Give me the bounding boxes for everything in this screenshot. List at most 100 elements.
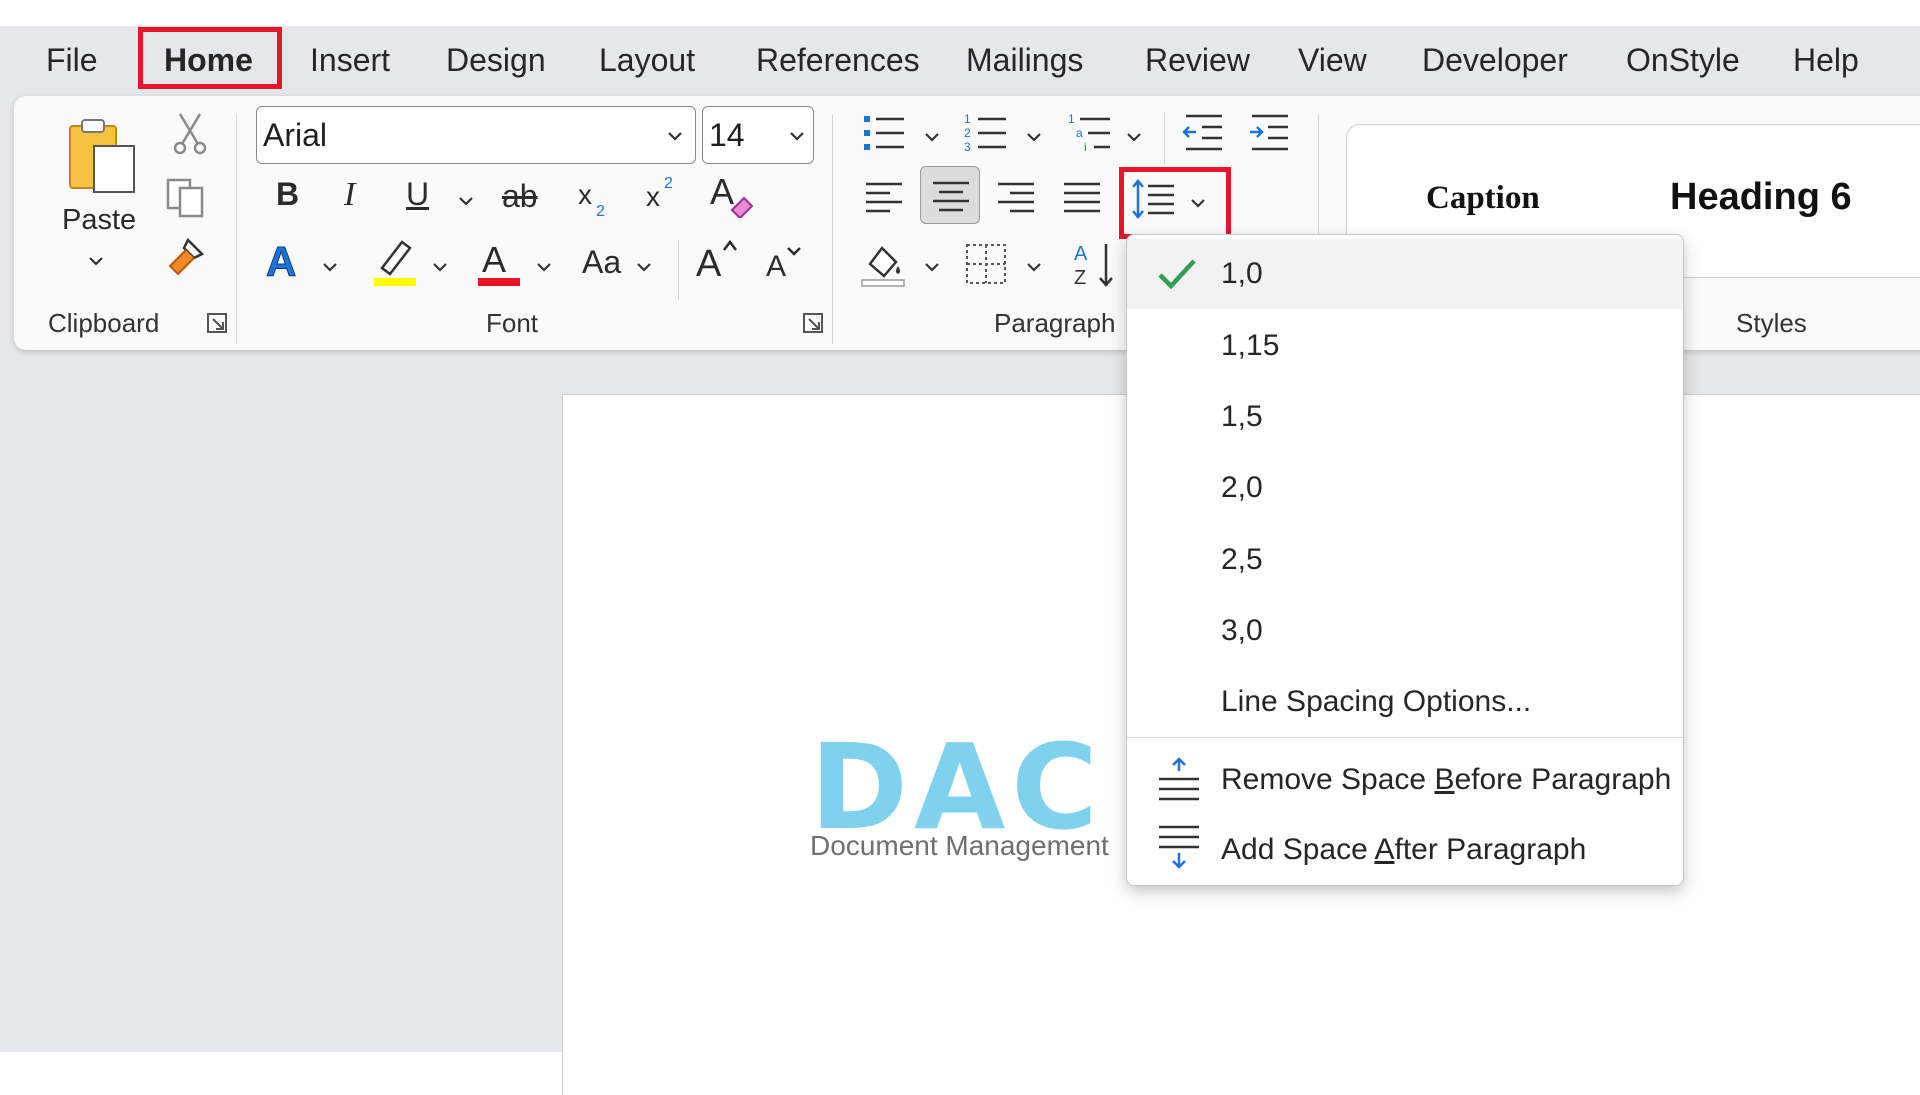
remove-space-before-icon bbox=[1157, 757, 1201, 805]
text-effects-chevron-icon[interactable] bbox=[322, 260, 338, 272]
menu-layout[interactable]: Layout bbox=[599, 40, 695, 80]
svg-text:3: 3 bbox=[964, 140, 971, 154]
align-left-icon[interactable] bbox=[862, 178, 906, 218]
numbering-icon[interactable]: 1 2 3 bbox=[964, 110, 1008, 154]
add-space-after-text: Add Space bbox=[1221, 833, 1375, 866]
font-size-input[interactable]: 14 bbox=[702, 106, 814, 164]
subscript-icon[interactable]: x2 bbox=[578, 176, 618, 220]
remove-space-before-rest: efore Paragraph bbox=[1454, 763, 1672, 796]
add-space-after-item[interactable]: Add Space After Paragraph bbox=[1127, 815, 1683, 885]
logo-subtitle: Document Management bbox=[810, 830, 1109, 861]
menu-separator bbox=[1127, 737, 1683, 738]
change-case-button[interactable]: Aa bbox=[582, 244, 621, 281]
shrink-font-icon[interactable]: A bbox=[764, 242, 804, 284]
line-spacing-option-label: 3,0 bbox=[1221, 614, 1263, 647]
line-spacing-option-3-0[interactable]: 3,0 bbox=[1127, 596, 1683, 666]
svg-text:2: 2 bbox=[596, 203, 605, 220]
font-name-input[interactable]: Arial bbox=[256, 106, 696, 164]
menu-design[interactable]: Design bbox=[446, 40, 546, 80]
line-spacing-options-item[interactable]: Line Spacing Options... bbox=[1127, 667, 1683, 737]
font-group-label: Font bbox=[486, 308, 539, 338]
separator bbox=[678, 240, 679, 300]
font-name-chevron-icon[interactable] bbox=[667, 129, 683, 141]
justify-icon[interactable] bbox=[1060, 178, 1104, 218]
paste-chevron-icon[interactable] bbox=[88, 254, 104, 266]
sort-icon[interactable]: A Z bbox=[1072, 240, 1118, 290]
line-spacing-options-label: Line Spacing Options... bbox=[1221, 685, 1532, 718]
svg-text:i: i bbox=[1084, 140, 1087, 154]
cut-icon[interactable] bbox=[170, 112, 210, 156]
bullets-icon[interactable] bbox=[862, 110, 906, 154]
svg-text:x: x bbox=[646, 181, 660, 212]
separator bbox=[832, 114, 833, 344]
menu-bar: File Home Insert Design Layout Reference… bbox=[0, 26, 1920, 94]
clipboard-group-label: Clipboard bbox=[48, 308, 160, 338]
svg-text:A: A bbox=[696, 243, 722, 284]
style-heading-6[interactable]: Heading 6 bbox=[1670, 176, 1852, 219]
superscript-icon[interactable]: x2 bbox=[646, 172, 686, 216]
menu-developer[interactable]: Developer bbox=[1422, 40, 1568, 80]
italic-button[interactable]: I bbox=[344, 176, 355, 214]
grow-font-icon[interactable]: A bbox=[694, 236, 740, 284]
align-center-button[interactable] bbox=[920, 166, 980, 224]
svg-text:x: x bbox=[578, 179, 592, 210]
underline-button[interactable]: U bbox=[406, 176, 429, 213]
decrease-indent-icon[interactable] bbox=[1182, 110, 1226, 154]
svg-text:2: 2 bbox=[964, 126, 971, 140]
line-spacing-option-label: 1,0 bbox=[1221, 257, 1263, 290]
separator bbox=[1164, 112, 1165, 164]
borders-icon[interactable] bbox=[964, 242, 1008, 286]
separator bbox=[236, 114, 237, 344]
remove-space-before-label: Remove Space Before Paragraph bbox=[1221, 763, 1671, 797]
style-caption[interactable]: Caption bbox=[1426, 180, 1540, 217]
copy-icon[interactable] bbox=[164, 176, 208, 220]
menu-view[interactable]: View bbox=[1298, 40, 1367, 80]
menu-mailings[interactable]: Mailings bbox=[966, 40, 1083, 80]
borders-chevron-icon[interactable] bbox=[1026, 260, 1042, 272]
format-painter-icon[interactable] bbox=[164, 236, 208, 280]
menu-insert[interactable]: Insert bbox=[310, 40, 390, 80]
increase-indent-icon[interactable] bbox=[1248, 110, 1292, 154]
bullets-chevron-icon[interactable] bbox=[924, 130, 940, 142]
remove-space-before-item[interactable]: Remove Space Before Paragraph bbox=[1127, 745, 1683, 815]
clipboard-launcher-icon[interactable] bbox=[206, 312, 228, 334]
line-spacing-option-1-5[interactable]: 1,5 bbox=[1127, 382, 1683, 452]
line-spacing-option-2-0[interactable]: 2,0 bbox=[1127, 453, 1683, 523]
strikethrough-button[interactable]: ab bbox=[502, 178, 538, 215]
line-spacing-option-1-15[interactable]: 1,15 bbox=[1127, 311, 1683, 381]
check-icon bbox=[1157, 257, 1197, 296]
shading-icon[interactable] bbox=[860, 242, 906, 288]
clear-formatting-icon[interactable]: A bbox=[710, 170, 756, 218]
menu-onstyle[interactable]: OnStyle bbox=[1626, 40, 1740, 80]
align-right-icon[interactable] bbox=[994, 178, 1038, 218]
paste-icon[interactable] bbox=[64, 116, 144, 196]
menu-references[interactable]: References bbox=[756, 40, 920, 80]
font-size-chevron-icon[interactable] bbox=[789, 129, 805, 141]
menu-help[interactable]: Help bbox=[1793, 40, 1859, 80]
svg-text:Z: Z bbox=[1074, 267, 1086, 289]
line-spacing-option-2-5[interactable]: 2,5 bbox=[1127, 525, 1683, 595]
underline-chevron-icon[interactable] bbox=[458, 194, 474, 206]
line-spacing-highlight bbox=[1119, 167, 1231, 239]
paste-button[interactable]: Paste bbox=[62, 204, 136, 237]
shading-chevron-icon[interactable] bbox=[924, 260, 940, 272]
menu-file[interactable]: File bbox=[46, 40, 98, 80]
svg-text:A: A bbox=[1074, 243, 1088, 265]
font-color-icon[interactable]: A bbox=[476, 236, 522, 286]
svg-text:2: 2 bbox=[664, 175, 673, 192]
text-effects-icon[interactable]: A bbox=[264, 236, 308, 285]
paragraph-group-label: Paragraph bbox=[994, 308, 1116, 338]
multilevel-list-icon[interactable]: 1 a i bbox=[1068, 110, 1112, 154]
font-launcher-icon[interactable] bbox=[802, 312, 824, 334]
text-highlight-icon[interactable] bbox=[372, 236, 418, 286]
menu-review[interactable]: Review bbox=[1145, 40, 1250, 80]
multilevel-list-chevron-icon[interactable] bbox=[1126, 130, 1142, 142]
remove-space-before-text: Remove Space bbox=[1221, 763, 1435, 796]
text-highlight-chevron-icon[interactable] bbox=[432, 260, 448, 272]
svg-text:1: 1 bbox=[1068, 112, 1075, 126]
line-spacing-option-1-0[interactable]: 1,0 bbox=[1127, 239, 1683, 309]
numbering-chevron-icon[interactable] bbox=[1026, 130, 1042, 142]
bold-button[interactable]: B bbox=[276, 176, 299, 213]
change-case-chevron-icon[interactable] bbox=[636, 260, 652, 272]
font-color-chevron-icon[interactable] bbox=[536, 260, 552, 272]
